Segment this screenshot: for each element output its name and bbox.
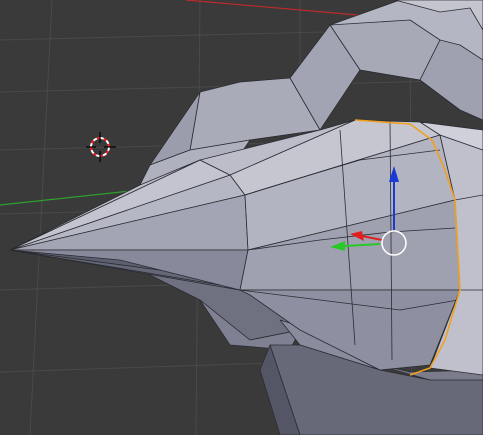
3d-viewport[interactable] [0, 0, 483, 435]
